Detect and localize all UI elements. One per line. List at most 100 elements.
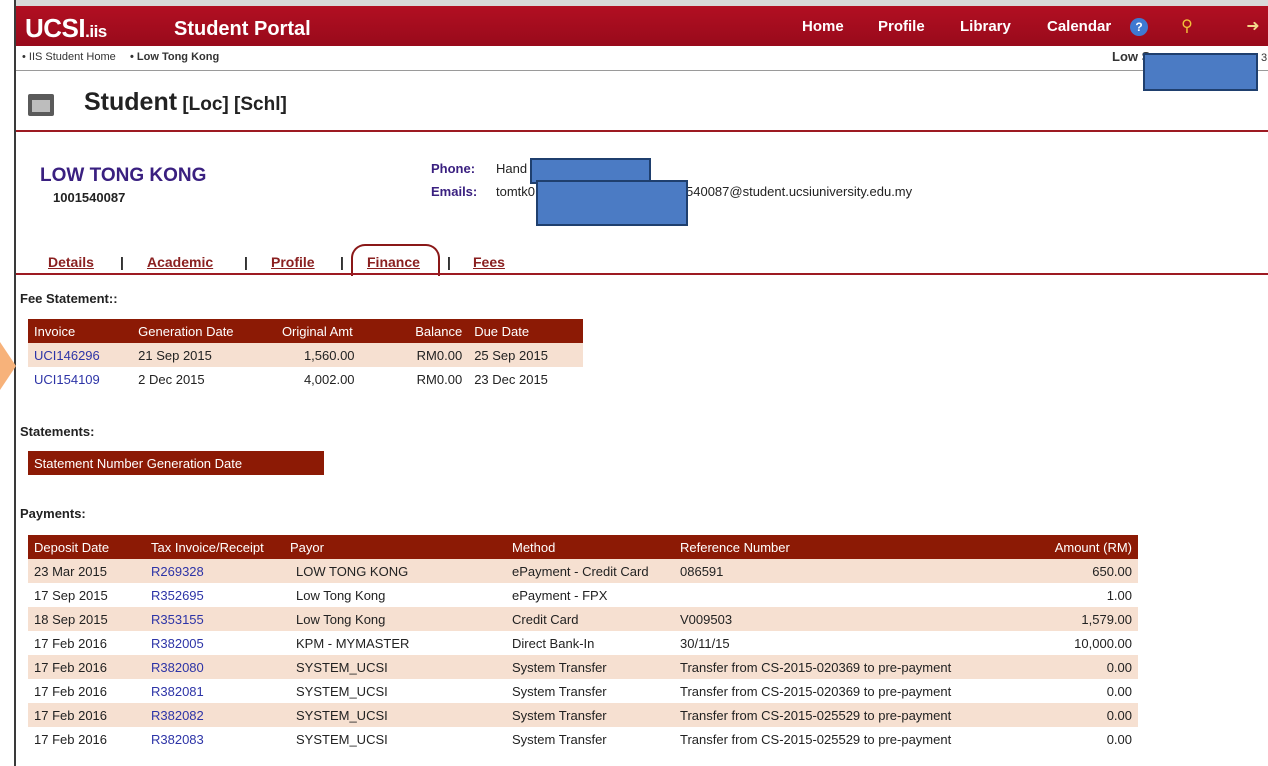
portal-title: Student Portal	[174, 18, 311, 40]
table-row: 23 Mar 2015 R269328 LOW TONG KONG ePayme…	[28, 559, 1138, 583]
receipt-link[interactable]: R269328	[151, 564, 204, 579]
receipt-link[interactable]: R382083	[151, 732, 204, 747]
receipt-link[interactable]: R352695	[151, 588, 204, 603]
table-cell: 4,002.00	[303, 371, 355, 387]
table-row: 17 Feb 2016 R382083 SYSTEM_UCSI System T…	[28, 727, 1138, 751]
table-cell: ePayment - FPX	[512, 587, 608, 603]
tab-academic[interactable]: Academic	[147, 254, 213, 270]
table-cell: SYSTEM_UCSI	[296, 683, 388, 699]
payments-label: Payments:	[20, 506, 86, 521]
tab-separator: |	[120, 254, 124, 270]
page-title: Student [Loc] [Schl]	[84, 88, 287, 116]
col-due-date: Due Date	[468, 319, 583, 343]
table-cell: Transfer from CS-2015-020369 to pre-paym…	[680, 683, 952, 699]
table-cell: ePayment - Credit Card	[506, 559, 674, 583]
tab-finance[interactable]: Finance	[367, 254, 420, 270]
logged-in-user-tail: 3	[1261, 52, 1268, 64]
table-cell: 086591	[674, 559, 1027, 583]
table-row: 18 Sep 2015 R353155 Low Tong Kong Credit…	[28, 607, 1138, 631]
portal-header: UCSI.iis Student Portal Home Profile Lib…	[16, 6, 1268, 46]
table-cell: System Transfer	[506, 703, 674, 727]
col-amount: Amount (RM)	[1026, 535, 1138, 559]
table-row: 17 Feb 2016 R382082 SYSTEM_UCSI System T…	[28, 703, 1138, 727]
key-icon[interactable]: ⚲	[1178, 18, 1196, 36]
receipt-link[interactable]: R382082	[151, 708, 204, 723]
receipt-link[interactable]: R382005	[151, 636, 204, 651]
table-cell: Transfer from CS-2015-025529 to pre-paym…	[674, 703, 1027, 727]
table-row: 17 Feb 2016 R382080 SYSTEM_UCSI System T…	[28, 655, 1138, 679]
table-cell: 17 Feb 2016	[34, 635, 108, 651]
redaction-box	[1143, 53, 1258, 91]
col-generation-date: Generation Date	[132, 319, 276, 343]
tab-fees[interactable]: Fees	[473, 254, 505, 270]
col-invoice: Invoice	[28, 319, 133, 343]
table-cell: 1,560.00	[275, 343, 390, 367]
nav-library[interactable]: Library	[960, 18, 1011, 35]
table-cell: 0.00	[1106, 683, 1132, 699]
help-icon[interactable]: ?	[1130, 18, 1148, 36]
table-cell: 17 Feb 2016	[28, 703, 145, 727]
statements-table: Statement Number Generation Date	[28, 451, 324, 475]
table-cell: 0.00	[1026, 655, 1138, 679]
table-cell: 650.00	[1026, 559, 1138, 583]
emails-label: Emails:	[431, 184, 478, 199]
table-cell: KPM - MYMASTER	[296, 635, 410, 651]
table-cell: System Transfer	[512, 731, 607, 747]
tab-profile[interactable]: Profile	[271, 254, 315, 270]
email-value-prefix[interactable]: tomtk0	[496, 184, 535, 199]
payments-table: Deposit Date Tax Invoice/Receipt Payor M…	[28, 535, 1138, 751]
table-cell: 0.00	[1026, 703, 1138, 727]
col-deposit-date: Deposit Date	[28, 535, 145, 559]
redaction-box	[536, 180, 688, 226]
invoice-link[interactable]: UCI146296	[34, 348, 100, 363]
student-name: LOW TONG KONG	[40, 165, 207, 186]
table-cell: RM0.00	[389, 343, 469, 367]
col-method: Method	[506, 535, 674, 559]
receipt-link[interactable]: R382080	[151, 660, 204, 675]
table-cell: 18 Sep 2015	[28, 607, 145, 631]
phone-label: Phone:	[431, 161, 476, 176]
table-row: 17 Feb 2016 R382081 SYSTEM_UCSI System T…	[28, 679, 1138, 703]
table-cell: 2 Dec 2015	[138, 371, 205, 387]
email-value-suffix[interactable]: 540087@student.ucsiuniversity.edu.my	[686, 184, 912, 199]
table-row: 17 Feb 2016 R382005 KPM - MYMASTER Direc…	[28, 631, 1138, 655]
tab-details[interactable]: Details	[48, 254, 94, 270]
tab-separator: |	[447, 254, 451, 270]
col-balance: Balance	[389, 319, 469, 343]
table-cell: 23 Dec 2015	[474, 371, 548, 387]
nav-calendar[interactable]: Calendar	[1047, 18, 1111, 35]
receipt-link[interactable]: R382081	[151, 684, 204, 699]
nav-profile[interactable]: Profile	[878, 18, 925, 35]
student-id: 1001540087	[53, 190, 126, 205]
title-divider	[16, 130, 1268, 132]
table-cell: 17 Feb 2016	[28, 655, 145, 679]
nav-home[interactable]: Home	[802, 18, 844, 35]
tab-separator: |	[244, 254, 248, 270]
pointer-arrow	[0, 342, 16, 390]
table-cell: LOW TONG KONG	[284, 559, 506, 583]
table-cell: 21 Sep 2015	[132, 343, 276, 367]
table-cell: 0.00	[1106, 731, 1132, 747]
table-cell: RM0.00	[416, 371, 463, 387]
ucsi-logo[interactable]: UCSI.iis	[25, 13, 107, 44]
table-cell: Credit Card	[506, 607, 674, 631]
breadcrumb-student[interactable]: • Low Tong Kong	[130, 51, 219, 63]
breadcrumb-home[interactable]: • IIS Student Home	[22, 51, 116, 63]
table-cell: Low Tong Kong	[284, 607, 506, 631]
fee-statement-label: Fee Statement::	[20, 291, 118, 306]
table-cell: SYSTEM_UCSI	[296, 731, 388, 747]
receipt-link[interactable]: R353155	[151, 612, 204, 627]
table-cell: Direct Bank-In	[512, 635, 595, 651]
col-original-amt: Original Amt	[275, 319, 390, 343]
table-cell: System Transfer	[506, 655, 674, 679]
table-row: 17 Sep 2015 R352695 Low Tong Kong ePayme…	[28, 583, 1138, 607]
logout-icon[interactable]: ➜	[1244, 18, 1262, 36]
tab-divider	[16, 273, 1268, 275]
invoice-link[interactable]: UCI154109	[34, 372, 100, 387]
col-reference: Reference Number	[674, 535, 1027, 559]
table-cell: 17 Feb 2016	[34, 731, 108, 747]
fee-statement-table: Invoice Generation Date Original Amt Bal…	[28, 319, 583, 391]
table-cell: Transfer from CS-2015-025529 to pre-paym…	[680, 731, 952, 747]
table-cell: Low Tong Kong	[296, 587, 386, 603]
col-payor: Payor	[284, 535, 506, 559]
